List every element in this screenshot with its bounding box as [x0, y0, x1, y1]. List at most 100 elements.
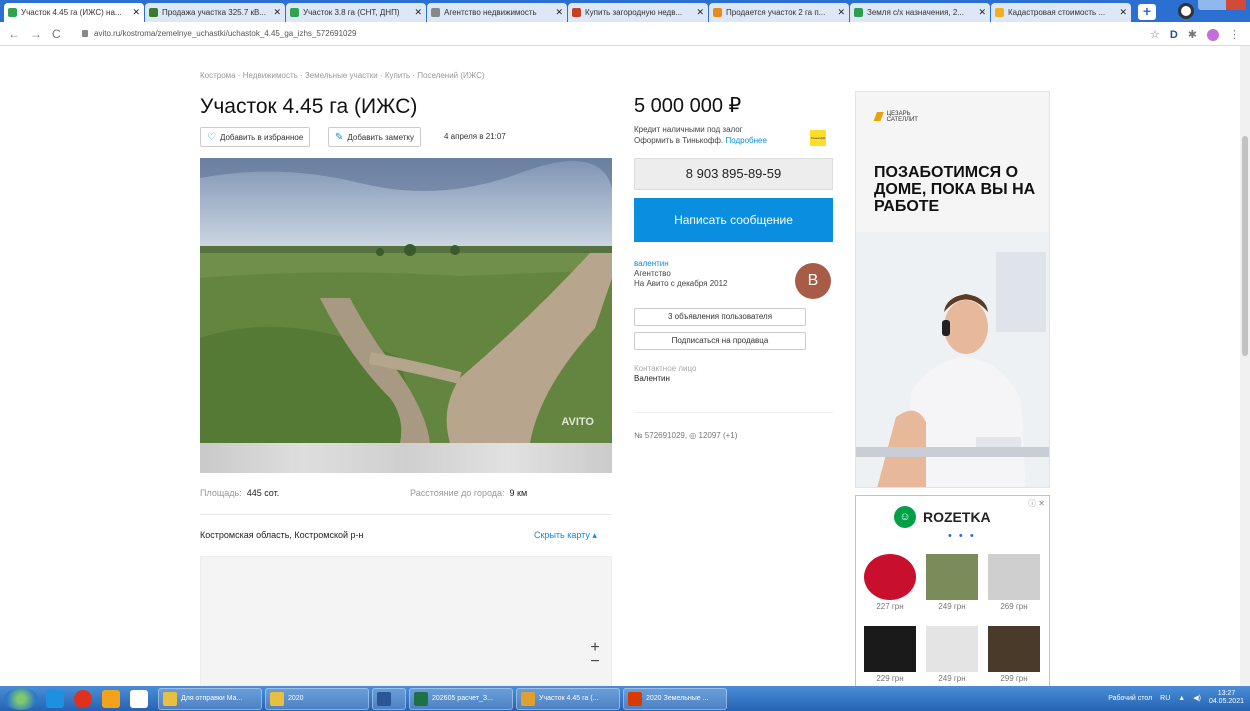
address-bar-row: ← → C avito.ru/kostroma/zemelnye_uchastk…: [0, 22, 1250, 46]
mail-icon[interactable]: [130, 689, 148, 708]
taskbar-window-button[interactable]: Участок 4.45 га (...: [516, 687, 620, 710]
desktop-label[interactable]: Рабочий стол: [1108, 695, 1152, 702]
forward-icon[interactable]: →: [30, 27, 44, 41]
new-tab-button[interactable]: +: [1138, 4, 1156, 20]
photo-thumbnails-strip[interactable]: [200, 443, 612, 473]
seller-info: валентин Агентство На Авито с декабря 20…: [634, 259, 728, 289]
scrollbar-thumb[interactable]: [1242, 136, 1248, 356]
taskbar-window-button[interactable]: Для отправки Ма...: [158, 687, 262, 710]
ad-banner-rozetka[interactable]: ⓘ ✕ ☺ ROZETKA • • • 227 грн 249 грн 269 гр…: [855, 495, 1050, 686]
product-card[interactable]: 299 грн: [984, 626, 1044, 683]
tab-title: Продается участок 2 га п...: [726, 8, 826, 17]
listing-photo[interactable]: AVITO: [200, 158, 612, 473]
ie-icon[interactable]: [46, 689, 64, 708]
tab-close-icon[interactable]: ✕: [837, 7, 845, 18]
phone-button[interactable]: 8 903 895-89-59: [634, 158, 833, 190]
seller-ads-button[interactable]: 3 объявления пользователя: [634, 308, 806, 326]
carousel-dots[interactable]: • • •: [948, 530, 976, 542]
product-card[interactable]: 249 грн: [922, 626, 982, 683]
seller-type: Агентство: [634, 269, 671, 278]
tab-close-icon[interactable]: ✕: [555, 7, 563, 18]
puzzle-icon[interactable]: ✱: [1188, 28, 1197, 41]
browser-tab[interactable]: Земля с/х назначения, 2... ✕: [850, 3, 990, 22]
credit-line2: Оформить в Тинькофф.: [634, 136, 724, 145]
taskbar-window-button[interactable]: [372, 687, 406, 710]
app-icon: [521, 691, 535, 706]
taskbar-window-button[interactable]: 2020 Земельные ...: [623, 687, 727, 710]
tab-favicon-icon: [854, 8, 863, 17]
product-image: [988, 626, 1040, 672]
browser-tab[interactable]: Продажа участка 325.7 кВ... ✕: [145, 3, 285, 22]
area-value: 445 сот.: [246, 488, 280, 498]
heart-icon: ♡: [207, 131, 216, 143]
distance-value: 9 км: [509, 488, 528, 498]
tab-close-icon[interactable]: ✕: [414, 7, 422, 18]
breadcrumb[interactable]: Кострома · Недвижимость · Земельные учас…: [200, 71, 485, 80]
tab-close-icon[interactable]: ✕: [132, 7, 140, 18]
taskbar-window-label: Для отправки Ма...: [181, 695, 243, 702]
credit-offer: Кредит наличными под залог Оформить в Ти…: [634, 124, 767, 146]
taskbar-window-button[interactable]: 2020: [265, 687, 369, 710]
media-player-icon[interactable]: [102, 689, 120, 708]
browser-tab[interactable]: Участок 4.45 га (ИЖС) на... ✕: [4, 3, 144, 22]
hide-map-link[interactable]: Скрыть карту ▴: [534, 530, 597, 541]
zoom-out-button[interactable]: −: [584, 654, 606, 670]
seller-name-link[interactable]: валентин: [634, 259, 728, 269]
rozetka-logo: ☺ ROZETKA: [894, 506, 991, 528]
browser-tab[interactable]: Участок 3.8 га (СНТ, ДНП) ✕: [286, 3, 426, 22]
tab-favicon-icon: [995, 8, 1004, 17]
add-note-button[interactable]: ✎ Добавить заметку: [328, 127, 422, 147]
tab-close-icon[interactable]: ✕: [696, 7, 704, 18]
star-icon[interactable]: ☆: [1150, 28, 1160, 41]
page-scrollbar[interactable]: [1240, 46, 1250, 686]
window-controls[interactable]: [1198, 0, 1246, 10]
seller-since: На Авито с декабря 2012: [634, 279, 728, 288]
product-image: [988, 554, 1040, 600]
language-indicator[interactable]: RU: [1160, 695, 1170, 702]
credit-line1: Кредит наличными под залог: [634, 125, 743, 134]
tab-close-icon[interactable]: ✕: [1119, 7, 1127, 18]
write-message-button[interactable]: Написать сообщение: [634, 198, 833, 242]
tab-close-icon[interactable]: ✕: [978, 7, 986, 18]
lock-icon: [82, 30, 88, 37]
browser-tab[interactable]: Купить загородную недв... ✕: [568, 3, 708, 22]
product-card[interactable]: 269 грн: [984, 554, 1044, 611]
tab-favicon-icon: [8, 8, 17, 17]
browser-tab[interactable]: Агентство недвижимость ✕: [427, 3, 567, 22]
ad-info-close-icon[interactable]: ⓘ ✕: [1028, 498, 1045, 509]
address-bar[interactable]: avito.ru/kostroma/zemelnye_uchastki/ucha…: [82, 29, 356, 38]
subscribe-button[interactable]: Подписаться на продавца: [634, 332, 806, 350]
product-card[interactable]: 249 грн: [922, 554, 982, 611]
product-card[interactable]: 227 грн: [860, 554, 920, 611]
start-button[interactable]: [4, 687, 38, 710]
volume-icon[interactable]: ◀): [1193, 694, 1201, 702]
taskbar-window-list: Для отправки Ма... 2020 202605 расчет_З...…: [158, 687, 730, 710]
divider: [634, 412, 833, 413]
tab-favicon-icon: [572, 8, 581, 17]
browser-tab[interactable]: Кадастровая стоимость ... ✕: [991, 3, 1131, 22]
add-favorite-button[interactable]: ♡ Добавить в избранное: [200, 127, 311, 147]
map-area[interactable]: [200, 556, 612, 686]
ad-banner-caesar[interactable]: ///// ЦЕЗАРЬ САТЕЛЛИТ ПОЗАБОТИМСЯ О ДОМЕ,…: [855, 91, 1050, 488]
taskbar-window-button[interactable]: 202605 расчет_З...: [409, 687, 513, 710]
user-avatar-icon[interactable]: [1207, 28, 1219, 41]
listing-stats: № 572691029, ◎ 12097 (+1): [634, 431, 738, 440]
credit-more-link[interactable]: Подробнее: [725, 136, 767, 145]
product-image: [926, 554, 978, 600]
reload-icon[interactable]: C: [52, 27, 66, 41]
menu-icon[interactable]: ⋮: [1229, 28, 1240, 41]
page-title: Участок 4.45 га (ИЖС): [200, 95, 418, 118]
tab-close-icon[interactable]: ✕: [273, 7, 281, 18]
browser-tab[interactable]: Продается участок 2 га п... ✕: [709, 3, 849, 22]
profile-icon[interactable]: [1178, 3, 1194, 19]
back-icon[interactable]: ←: [8, 27, 22, 41]
network-icon[interactable]: ▲: [1178, 695, 1185, 702]
extension-icon[interactable]: D: [1170, 29, 1178, 41]
rozetka-smile-icon: ☺: [894, 506, 916, 528]
close-window-icon[interactable]: [1226, 0, 1246, 10]
opera-icon[interactable]: [74, 689, 92, 708]
product-card[interactable]: 229 грн: [860, 626, 920, 683]
app-icon: [163, 691, 177, 706]
avatar[interactable]: В: [795, 263, 831, 299]
clock[interactable]: 13:27 04.05.2021: [1209, 690, 1244, 706]
